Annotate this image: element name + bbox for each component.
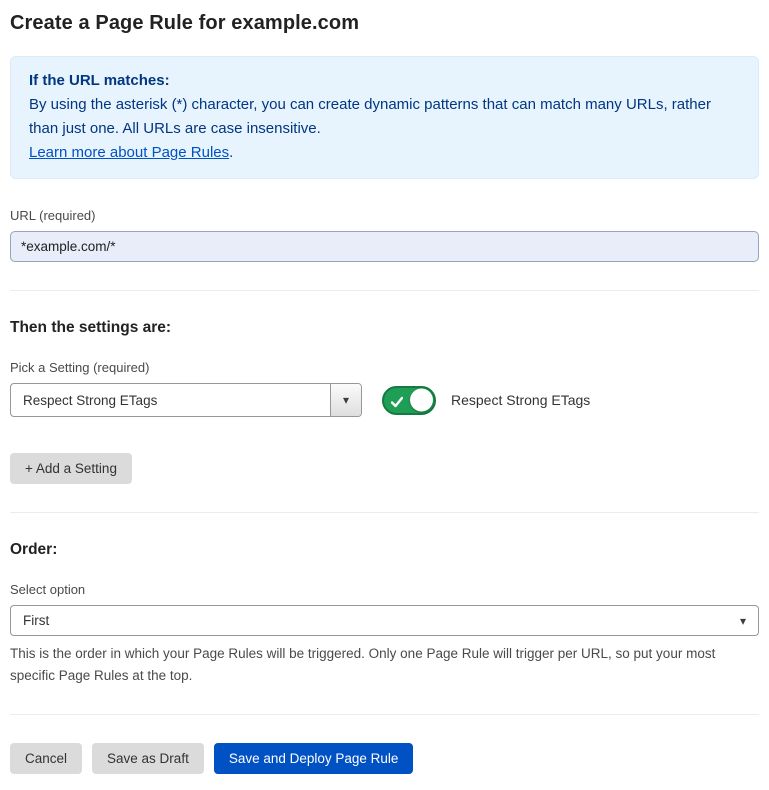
order-help-text: This is the order in which your Page Rul…	[10, 643, 755, 686]
action-bar: Cancel Save as Draft Save and Deploy Pag…	[10, 743, 759, 790]
order-section-heading: Order:	[10, 541, 759, 559]
setting-row: Respect Strong ETags ▾ Respect Strong ET…	[10, 383, 759, 417]
page-container: Create a Page Rule for example.com If th…	[0, 0, 769, 790]
divider	[10, 512, 759, 513]
page-title: Create a Page Rule for example.com	[10, 12, 759, 35]
setting-select[interactable]: Respect Strong ETags ▾	[10, 383, 362, 417]
divider	[10, 714, 759, 715]
link-suffix: .	[229, 144, 233, 161]
setting-toggle[interactable]	[382, 386, 436, 415]
learn-more-link[interactable]: Learn more about Page Rules	[29, 144, 229, 161]
save-as-draft-button[interactable]: Save as Draft	[92, 743, 204, 774]
url-matches-info-box: If the URL matches: By using the asteris…	[10, 56, 759, 179]
pick-setting-label: Pick a Setting (required)	[10, 360, 759, 375]
toggle-knob	[410, 389, 433, 412]
url-field-label: URL (required)	[10, 208, 759, 223]
info-box-link-line: Learn more about Page Rules.	[29, 141, 740, 165]
url-input[interactable]	[10, 231, 759, 262]
check-icon	[391, 395, 403, 413]
save-and-deploy-button[interactable]: Save and Deploy Page Rule	[214, 743, 414, 774]
order-select[interactable]: First ▾	[10, 605, 759, 636]
caret-down-icon: ▾	[740, 614, 746, 628]
caret-down-icon: ▾	[343, 393, 349, 407]
cancel-button[interactable]: Cancel	[10, 743, 82, 774]
setting-select-value: Respect Strong ETags	[11, 384, 330, 416]
setting-select-dropdown-button[interactable]: ▾	[330, 384, 361, 416]
info-box-heading: If the URL matches:	[29, 69, 740, 93]
order-select-value: First	[23, 613, 49, 628]
divider	[10, 290, 759, 291]
toggle-label: Respect Strong ETags	[451, 392, 590, 408]
add-setting-button[interactable]: + Add a Setting	[10, 453, 132, 484]
settings-section-heading: Then the settings are:	[10, 319, 759, 337]
order-select-label: Select option	[10, 582, 759, 597]
info-box-body: By using the asterisk (*) character, you…	[29, 93, 740, 141]
